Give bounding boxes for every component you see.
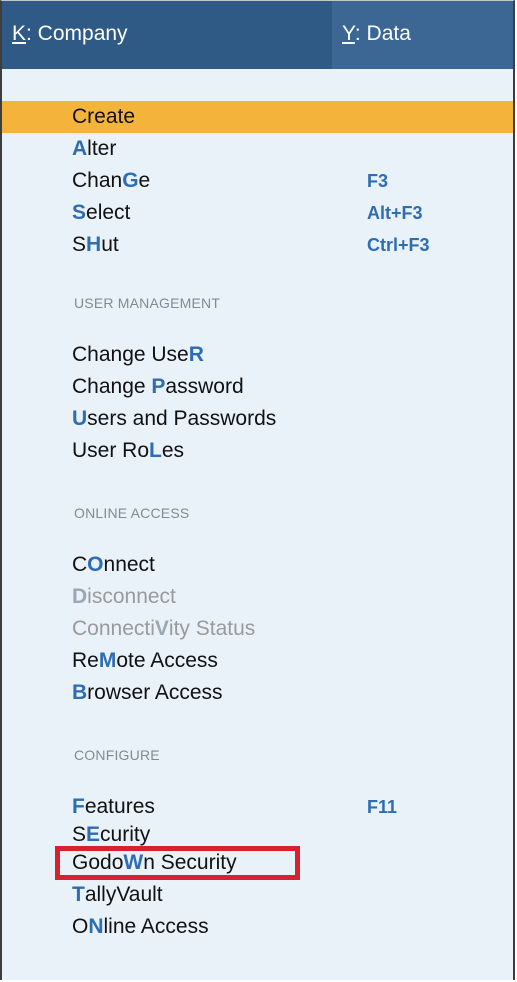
item-hotkey: L bbox=[149, 439, 162, 462]
menu-item-online-access[interactable]: ONline Access bbox=[2, 911, 513, 943]
item-hotkey: S bbox=[72, 201, 87, 224]
menu-item-user-roles[interactable]: User RoLes bbox=[2, 435, 513, 467]
item-text: es bbox=[161, 439, 185, 462]
menu-item-users-and-passwords[interactable]: Users and Passwords bbox=[2, 403, 513, 435]
item-text: line Access bbox=[103, 915, 209, 938]
section-configure: CONFIGURE bbox=[74, 747, 160, 763]
item-text: eatures bbox=[84, 795, 155, 818]
item-text: sers and Passwords bbox=[87, 407, 277, 430]
item-text: C bbox=[72, 553, 88, 576]
menu-item-alter[interactable]: Alter bbox=[2, 133, 513, 165]
menu-item-remote-access[interactable]: ReMote Access bbox=[2, 645, 513, 677]
item-text: S bbox=[72, 233, 87, 256]
item-hotkey: M bbox=[98, 649, 117, 672]
menu-item-shut[interactable]: SHut Ctrl+F3 bbox=[2, 229, 513, 261]
item-hotkey: U bbox=[72, 407, 88, 430]
item-text: rowser Access bbox=[87, 681, 223, 704]
menu-item-change[interactable]: ChanGe F3 bbox=[2, 165, 513, 197]
item-hotkey: P bbox=[151, 375, 166, 398]
highlight-box bbox=[55, 846, 300, 880]
item-hotkey: H bbox=[86, 233, 102, 256]
item-text: ut bbox=[101, 233, 119, 256]
company-menu-tab[interactable]: K: Company bbox=[12, 1, 128, 69]
menu-item-select[interactable]: Select Alt+F3 bbox=[2, 197, 513, 229]
item-text: e bbox=[138, 169, 151, 192]
shortcut-label: Alt+F3 bbox=[367, 203, 423, 223]
menu-item-tallyvault[interactable]: TallyVault bbox=[2, 879, 513, 911]
item-hotkey: B bbox=[72, 681, 88, 704]
section-user-management: USER MANAGEMENT bbox=[74, 295, 221, 311]
item-hotkey: E bbox=[86, 823, 101, 846]
item-hotkey: D bbox=[72, 585, 88, 608]
item-text: Connecti bbox=[72, 617, 155, 640]
item-text: User Ro bbox=[72, 439, 150, 462]
item-hotkey: N bbox=[88, 915, 104, 938]
data-menu-tab[interactable]: Y: Data bbox=[332, 1, 513, 69]
company-tab-key: K bbox=[12, 22, 27, 45]
item-text: ity Status bbox=[168, 617, 256, 640]
item-hotkey: T bbox=[72, 883, 85, 906]
item-hotkey: O bbox=[87, 553, 104, 576]
item-hotkey: G bbox=[122, 169, 139, 192]
item-text: lter bbox=[87, 137, 117, 160]
item-text: Change Use bbox=[72, 343, 189, 366]
item-hotkey: A bbox=[72, 137, 88, 160]
menu-item-disconnect: Disconnect bbox=[2, 581, 513, 613]
menu-item-create[interactable]: Create bbox=[2, 101, 513, 133]
menu-item-change-password[interactable]: Change Password bbox=[2, 371, 513, 403]
menu-item-browser-access[interactable]: Browser Access bbox=[2, 677, 513, 709]
item-hotkey: F bbox=[72, 795, 85, 818]
item-text: curity bbox=[100, 823, 151, 846]
item-text: O bbox=[72, 915, 89, 938]
menu-item-connectivity-status: ConnectiVity Status bbox=[2, 613, 513, 645]
data-tab-key: Y bbox=[342, 22, 355, 45]
item-hotkey: R bbox=[188, 343, 204, 366]
data-tab-label: : Data bbox=[354, 22, 411, 45]
shortcut-label: Ctrl+F3 bbox=[367, 235, 430, 255]
item-text: assword bbox=[165, 375, 244, 398]
item-text: allyVault bbox=[84, 883, 163, 906]
item-text: ote Access bbox=[116, 649, 218, 672]
item-text: nnect bbox=[103, 553, 155, 576]
company-tab-label: : Company bbox=[26, 22, 128, 45]
item-text: elect bbox=[86, 201, 131, 224]
item-text: Create bbox=[72, 105, 136, 128]
shortcut-label: F3 bbox=[367, 171, 389, 191]
company-menu-panel: K: Company Y: Data Create Alter ChanGe F… bbox=[0, 0, 515, 980]
item-hotkey: V bbox=[154, 617, 169, 640]
item-text: S bbox=[72, 823, 87, 846]
item-text: Change bbox=[72, 375, 152, 398]
menu-bar: K: Company Y: Data bbox=[2, 1, 513, 69]
item-text: Re bbox=[72, 649, 99, 672]
menu-item-change-user[interactable]: Change UseR bbox=[2, 339, 513, 371]
section-online-access: ONLINE ACCESS bbox=[74, 505, 190, 521]
item-text: Chan bbox=[72, 169, 123, 192]
menu-item-connect[interactable]: COnnect bbox=[2, 549, 513, 581]
item-text: isconnect bbox=[87, 585, 176, 608]
